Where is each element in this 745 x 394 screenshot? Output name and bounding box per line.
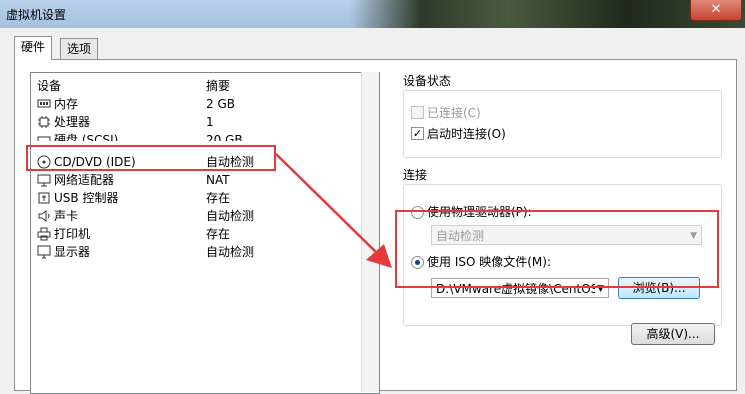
device-summary: NAT bbox=[206, 173, 230, 187]
device-status-title: 设备状态 bbox=[403, 74, 452, 88]
title-bar: 虚拟机设置 ✕ bbox=[0, 0, 745, 28]
device-summary: 存在 bbox=[206, 227, 231, 241]
annotation-box-cd-dvd bbox=[26, 145, 276, 171]
connect-at-power-on-checkbox[interactable]: ✓ bbox=[411, 127, 424, 140]
window-title: 虚拟机设置 bbox=[6, 8, 67, 22]
device-summary: 自动检测 bbox=[206, 245, 255, 259]
device-summary: 存在 bbox=[206, 191, 231, 205]
device-row-processor[interactable]: 处理器 1 bbox=[31, 113, 377, 131]
device-row-hard-disk[interactable]: 硬盘 (SCSI) 20 GB bbox=[31, 131, 377, 141]
network-adapter-icon bbox=[37, 174, 51, 187]
device-name: 处理器 bbox=[54, 115, 91, 129]
device-name: 显示器 bbox=[54, 245, 91, 259]
hard-disk-icon bbox=[37, 136, 51, 141]
device-name: 内存 bbox=[54, 97, 79, 111]
connected-checkbox[interactable] bbox=[411, 106, 424, 119]
annotation-arrow bbox=[275, 153, 392, 268]
device-name: 声卡 bbox=[54, 209, 79, 223]
monitor-icon bbox=[37, 245, 51, 259]
device-row-memory[interactable]: 内存 2 GB bbox=[31, 95, 377, 113]
dialog-client: 硬件 选项 设备 摘要 内存 2 GB 处理器 1 硬盘 (SCSI) 20 G… bbox=[0, 28, 745, 394]
tab-hardware[interactable]: 硬件 bbox=[14, 36, 53, 60]
close-icon: ✕ bbox=[710, 2, 722, 17]
column-header-device[interactable]: 设备 bbox=[37, 77, 61, 93]
connect-at-power-on-label: 启动时连接(O) bbox=[427, 127, 506, 141]
device-status-group bbox=[403, 90, 722, 158]
printer-icon bbox=[37, 227, 51, 241]
device-summary: 2 GB bbox=[206, 97, 235, 111]
device-summary: 20 GB bbox=[206, 133, 243, 141]
connected-label: 已连接(C) bbox=[427, 106, 481, 120]
annotation-box-iso bbox=[395, 210, 719, 288]
device-summary: 自动检测 bbox=[206, 209, 255, 223]
device-name: USB 控制器 bbox=[54, 191, 119, 205]
tab-options[interactable]: 选项 bbox=[60, 38, 99, 59]
speaker-icon bbox=[38, 210, 50, 222]
device-name: 打印机 bbox=[54, 227, 91, 241]
title-bar-background bbox=[350, 0, 745, 28]
column-header-summary[interactable]: 摘要 bbox=[206, 77, 230, 93]
advanced-button[interactable]: 高级(V)... bbox=[631, 323, 715, 345]
usb-icon bbox=[38, 192, 50, 204]
memory-icon bbox=[37, 99, 51, 108]
device-name: 硬盘 (SCSI) bbox=[54, 133, 119, 141]
close-button[interactable]: ✕ bbox=[690, 0, 742, 21]
device-name: 网络适配器 bbox=[54, 173, 115, 187]
processor-icon bbox=[38, 116, 50, 128]
device-summary: 1 bbox=[206, 115, 214, 129]
